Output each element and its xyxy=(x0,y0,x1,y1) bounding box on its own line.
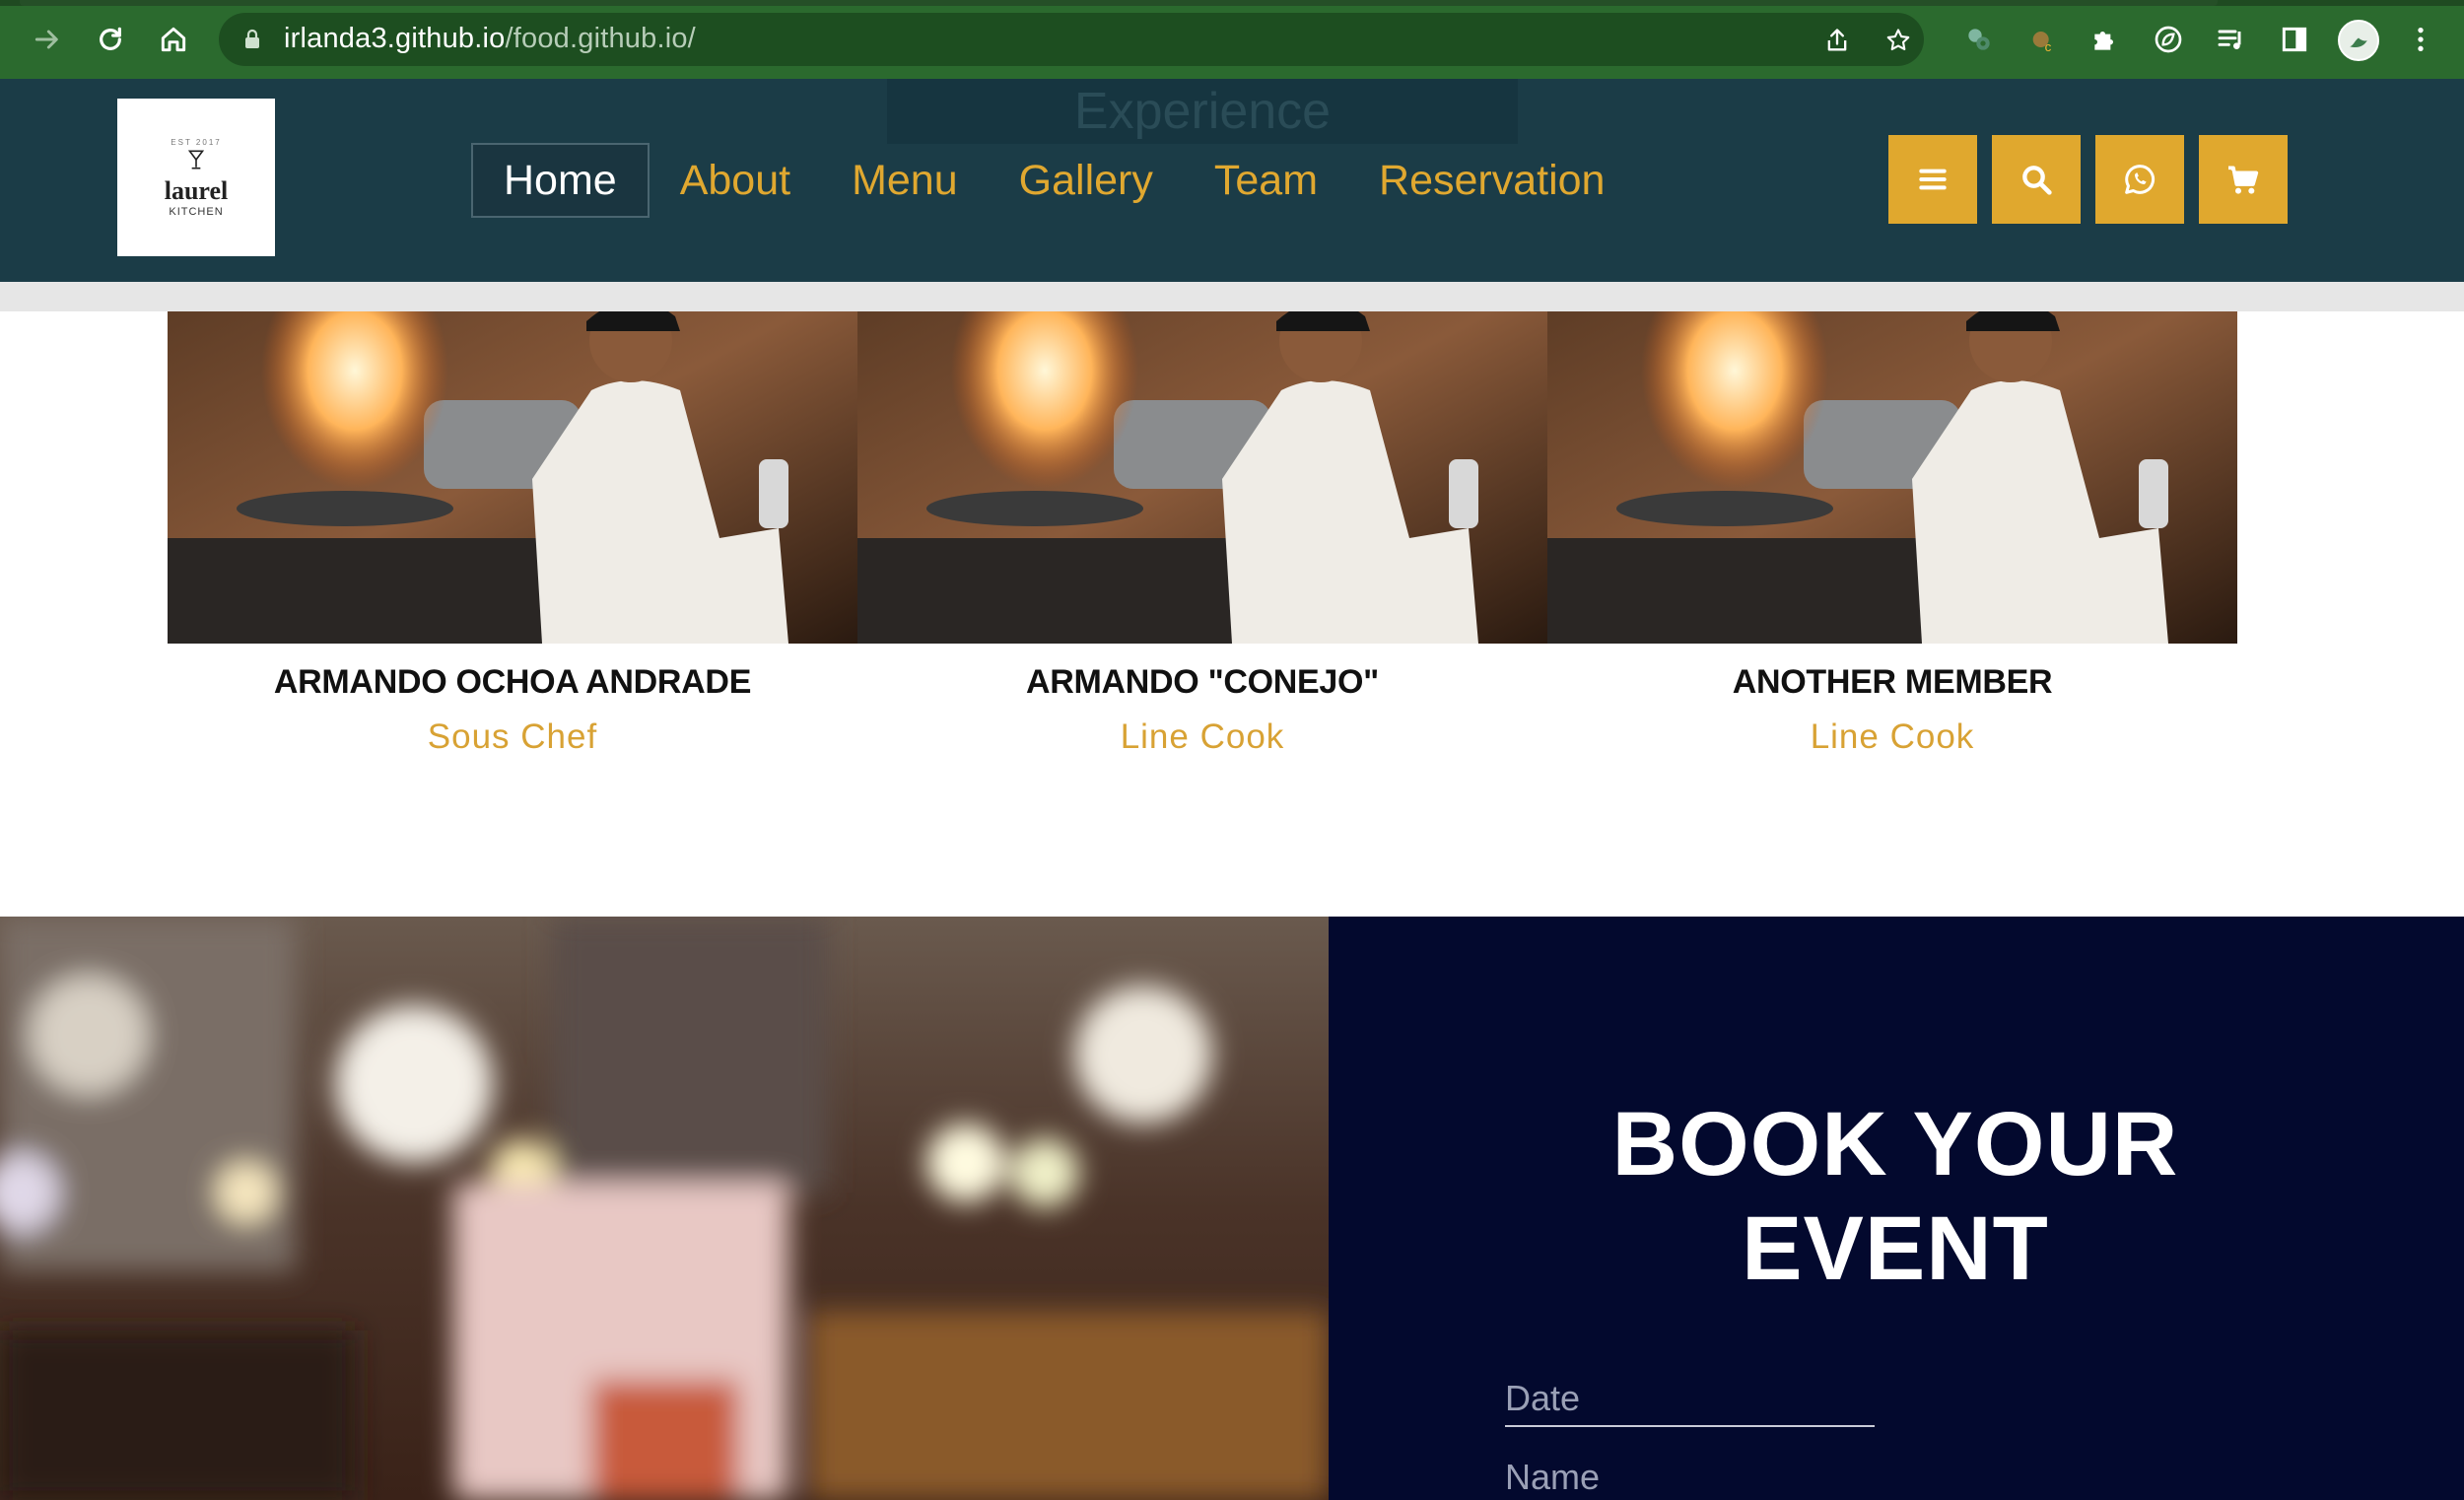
cart-button[interactable] xyxy=(2199,135,2288,224)
bug-icon: c xyxy=(2032,32,2052,54)
team-member-photo xyxy=(1547,282,2237,644)
lock-icon xyxy=(245,29,259,48)
extension-leaf-button[interactable] xyxy=(2151,22,2186,57)
booking-title-line1: BOOK YOUR xyxy=(1611,1094,2179,1194)
team-member-role: Line Cook xyxy=(1810,717,1975,756)
nav-team[interactable]: Team xyxy=(1184,143,1348,218)
site-logo[interactable]: EST 2017 laurel KITCHEN xyxy=(117,99,275,256)
nav-reservation[interactable]: Reservation xyxy=(1348,143,1635,218)
reading-list-button[interactable] xyxy=(2214,22,2249,57)
team-member-name: ARMANDO "CONEJO" xyxy=(1025,663,1379,701)
name-input[interactable] xyxy=(1505,1455,1875,1500)
avatar-icon xyxy=(2350,37,2367,48)
search-icon xyxy=(2022,166,2052,195)
nav-about[interactable]: About xyxy=(650,143,821,218)
browser-menu-button[interactable] xyxy=(2403,22,2438,57)
logo-sub: KITCHEN xyxy=(169,205,224,218)
home-button[interactable] xyxy=(154,20,193,59)
puzzle-icon xyxy=(2094,32,2113,50)
kebab-menu-icon xyxy=(2418,28,2424,51)
bookmark-star-icon[interactable] xyxy=(1884,27,1912,54)
forward-button[interactable] xyxy=(28,20,67,59)
whatsapp-button[interactable] xyxy=(2095,135,2184,224)
search-button[interactable] xyxy=(1992,135,2081,224)
team-member-photo xyxy=(168,282,857,644)
team-member-name: ANOTHER MEMBER xyxy=(1732,663,2053,701)
address-bar[interactable]: irlanda3.github.io/food.github.io/ xyxy=(219,13,1924,66)
section-heading-behind-header: Experience xyxy=(887,79,1518,144)
team-member-role: Sous Chef xyxy=(427,717,598,756)
logo-est-text: EST 2017 xyxy=(171,137,222,147)
leaf-icon xyxy=(2155,26,2182,53)
hamburger-icon xyxy=(1919,169,1947,190)
extension-puzzle-gear-button[interactable] xyxy=(1961,22,1997,57)
tab-strip xyxy=(0,0,2464,6)
profile-avatar[interactable] xyxy=(2338,20,2379,61)
playlist-icon xyxy=(2218,30,2241,49)
booking-title: BOOK YOUR EVENT xyxy=(1526,1092,2265,1301)
nav-gallery[interactable]: Gallery xyxy=(989,143,1184,218)
side-panel-button[interactable] xyxy=(2277,22,2312,57)
arrow-right-icon xyxy=(34,30,58,49)
url-text: irlanda3.github.io/food.github.io/ xyxy=(284,23,696,54)
photo-strip-overlap xyxy=(168,282,2237,311)
extension-icon xyxy=(1968,29,1990,50)
date-input[interactable] xyxy=(1505,1372,1875,1427)
team-member-name: ARMANDO OCHOA ANDRADE xyxy=(273,663,752,701)
reload-button[interactable] xyxy=(91,20,130,59)
extensions-button[interactable] xyxy=(2088,22,2123,57)
browser-toolbar: irlanda3.github.io/food.github.io/ c xyxy=(0,0,2464,79)
event-background-image xyxy=(0,917,1329,1500)
cocktail-glass-icon xyxy=(187,150,205,169)
main-navigation: Home About Menu Gallery Team Reservation xyxy=(471,143,1635,218)
nav-menu[interactable]: Menu xyxy=(821,143,989,218)
date-field[interactable] xyxy=(1505,1372,1875,1427)
booking-title-line2: EVENT xyxy=(1742,1198,2049,1299)
team-member-photo xyxy=(857,282,1547,644)
team-member-role: Line Cook xyxy=(1120,717,1285,756)
hamburger-menu-button[interactable] xyxy=(1888,135,1977,224)
reload-icon xyxy=(100,27,121,50)
side-panel-icon xyxy=(2282,27,2307,52)
extension-bug-button[interactable]: c xyxy=(2024,22,2060,57)
whatsapp-icon xyxy=(2125,165,2156,194)
logo-word: laurel xyxy=(164,175,229,205)
share-icon[interactable] xyxy=(1823,27,1851,54)
home-icon xyxy=(161,27,186,52)
nav-home[interactable]: Home xyxy=(471,143,650,218)
svg-text:c: c xyxy=(2045,39,2052,54)
name-field[interactable] xyxy=(1505,1455,1875,1500)
shopping-cart-icon xyxy=(2228,166,2259,194)
